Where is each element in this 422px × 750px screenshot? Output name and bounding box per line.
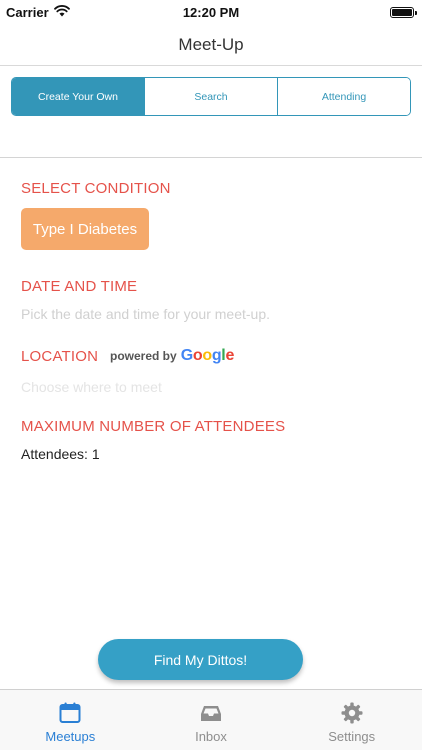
segment-attending[interactable]: Attending (278, 78, 410, 115)
wifi-icon (53, 4, 70, 20)
carrier-label: Carrier (6, 4, 49, 20)
segmented-control: Create Your Own Search Attending (11, 77, 411, 116)
section-divider (0, 157, 422, 158)
tab-meetups-label: Meetups (45, 729, 96, 744)
status-bar: Carrier 12:20 PM (0, 0, 422, 24)
page-title: Meet-Up (178, 34, 244, 54)
attendees-stepper[interactable]: Attendees: 1 (21, 446, 100, 462)
tab-bar: Meetups Inbox Settings (0, 689, 422, 750)
find-my-dittos-button[interactable]: Find My Dittos! (98, 639, 303, 680)
segment-search[interactable]: Search (145, 78, 278, 115)
powered-by-google: powered by Google (110, 347, 234, 365)
tab-settings-label: Settings (328, 729, 376, 744)
nav-bar: Meet-Up (0, 24, 422, 66)
tab-inbox-label: Inbox (195, 729, 227, 744)
inbox-tray-icon (198, 700, 224, 726)
tab-settings[interactable]: Settings (281, 690, 422, 750)
location-field[interactable]: Choose where to meet (21, 379, 162, 395)
powered-by-label: powered by (110, 349, 177, 363)
battery-icon (390, 6, 417, 18)
location-heading: LOCATION (21, 348, 99, 365)
calendar-icon (57, 700, 83, 726)
max-attendees-heading: MAXIMUM NUMBER OF ATTENDEES (21, 418, 286, 435)
segment-create-your-own[interactable]: Create Your Own (12, 78, 145, 115)
tab-inbox[interactable]: Inbox (141, 690, 282, 750)
date-time-heading: DATE AND TIME (21, 278, 138, 295)
select-condition-heading: SELECT CONDITION (21, 180, 171, 197)
date-time-field[interactable]: Pick the date and time for your meet-up. (21, 306, 270, 322)
status-left: Carrier (6, 5, 70, 20)
tab-meetups[interactable]: Meetups (0, 690, 141, 750)
gear-icon (339, 700, 365, 726)
google-logo: Google (180, 347, 235, 364)
condition-button[interactable]: Type I Diabetes (21, 208, 149, 250)
